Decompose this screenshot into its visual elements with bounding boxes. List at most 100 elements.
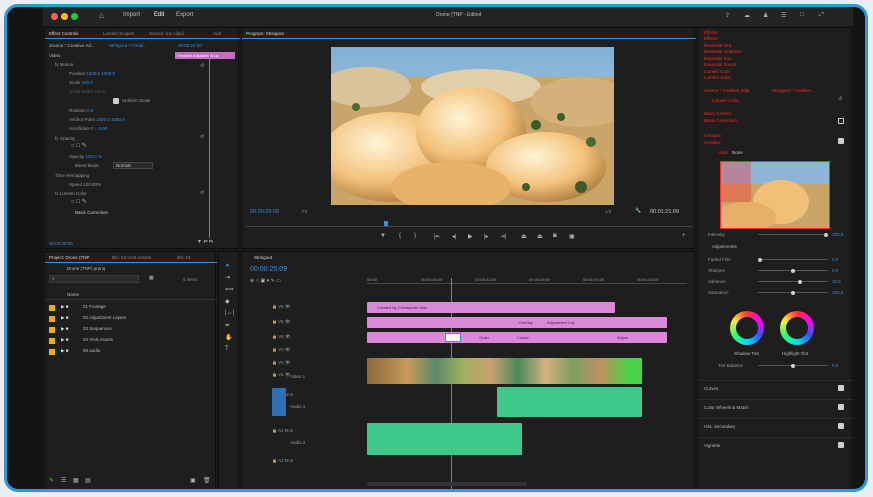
- track-header-v1[interactable]: 🔒 V1 👁: [272, 372, 291, 378]
- cloud-icon[interactable]: ☁: [744, 12, 750, 19]
- look-select[interactable]: None: [732, 150, 743, 155]
- intensity-slider[interactable]: [758, 232, 828, 237]
- reset-motion-icon[interactable]: ↺: [200, 63, 204, 69]
- project-bin-item[interactable]: ▶ ■ 05 audio: [49, 348, 209, 357]
- effect-row-motion[interactable]: fx Motion: [55, 62, 73, 67]
- adjustment-value[interactable]: 0.0: [832, 257, 838, 262]
- slider-knob[interactable]: [758, 257, 762, 262]
- icon-view-icon[interactable]: ▦: [73, 477, 79, 484]
- effect-row-anchor-point[interactable]: Anchor Point 1920.0 1080.0: [69, 117, 125, 122]
- effect-row-opacity[interactable]: Opacity 100.0 %: [69, 154, 102, 159]
- menu-export[interactable]: Export: [176, 12, 193, 18]
- effect-row-opacity-group[interactable]: fx Opacity: [55, 136, 75, 141]
- program-playhead[interactable]: [384, 221, 388, 226]
- uniform-scale-checkbox[interactable]: [113, 98, 119, 104]
- adjustment-value[interactable]: 32.6: [832, 279, 841, 284]
- adjustments-heading[interactable]: Adjustments: [712, 244, 737, 249]
- panel-item[interactable]: Lumetri Color: [704, 75, 731, 80]
- clip-audio-2[interactable]: [367, 423, 522, 455]
- workspace-icon[interactable]: □: [800, 12, 804, 18]
- mask-shapes-icon[interactable]: ○ □ ✎: [71, 142, 87, 149]
- lumetri-section-header[interactable]: Color Wheels & Match: [698, 399, 853, 415]
- project-bin-item[interactable]: ▶ ■ 03 Sequences: [49, 326, 209, 335]
- extract-icon[interactable]: ⏏: [537, 233, 543, 240]
- lumetri-sequence-clip[interactable]: Stringout * Creative...: [772, 88, 815, 93]
- look-preview-thumbnail[interactable]: [720, 161, 830, 229]
- intensity-value[interactable]: 100.0: [832, 232, 843, 237]
- step-forward-icon[interactable]: |▸: [484, 233, 489, 240]
- adjustment-slider[interactable]: [758, 257, 828, 262]
- lumetri-section-header[interactable]: HSL Secondary: [698, 418, 853, 434]
- section-enable-checkbox[interactable]: [838, 404, 844, 410]
- selection-tool-icon[interactable]: ➤: [225, 262, 230, 269]
- track-header-v4[interactable]: 🔒 V4 👁: [272, 334, 291, 340]
- track-header-v2[interactable]: 🔒 V2 👁: [272, 360, 291, 366]
- creative-section[interactable]: Creative: [704, 140, 721, 145]
- lift-icon[interactable]: ⏏: [521, 233, 527, 240]
- effect-row-time-remapping[interactable]: Time Remapping: [55, 173, 89, 178]
- share-icon[interactable]: ⇪: [725, 12, 730, 19]
- shadow-tint-wheel[interactable]: [730, 311, 764, 345]
- name-column-header[interactable]: Name: [67, 292, 79, 297]
- adjustment-slider[interactable]: [758, 290, 828, 295]
- section-enable-checkbox[interactable]: [838, 385, 844, 391]
- close-window-button[interactable]: [51, 13, 58, 20]
- filter-icon[interactable]: ▼ ⇄ ⇆: [197, 239, 213, 245]
- user-icon[interactable]: ♟: [763, 12, 768, 19]
- project-bin-item[interactable]: ▶ ■ 01 Footage: [49, 304, 209, 313]
- timeline-tools-icon[interactable]: ⊕ ∩ ▣ ▾ ✎ ▭: [250, 278, 281, 284]
- tint-balance-slider[interactable]: [758, 363, 828, 368]
- sequence-clip-label[interactable]: Stringout * Creati...: [109, 43, 147, 48]
- eye-icon[interactable]: 👁: [284, 347, 291, 352]
- settings-wrench-icon[interactable]: 🔧: [635, 208, 641, 214]
- export-frame-icon[interactable]: ◙: [553, 233, 557, 239]
- new-bin-icon[interactable]: ▦: [149, 275, 154, 281]
- effect-row-lumetri-color[interactable]: fx Lumetri Color: [55, 191, 87, 196]
- step-back-icon[interactable]: ◂|: [452, 233, 457, 240]
- track-select-tool-icon[interactable]: ⇥: [225, 274, 230, 281]
- track-header-a2[interactable]: 🔒 A2 M S: [272, 428, 293, 433]
- adjustment-layer-clip[interactable]: Creative Adjustment La: [175, 52, 235, 59]
- go-to-out-icon[interactable]: ⇥|: [500, 233, 507, 240]
- lumetri-section-header[interactable]: Curves: [698, 380, 853, 396]
- freeform-view-icon[interactable]: ▤: [85, 477, 91, 484]
- slip-tool-icon[interactable]: |↔|: [225, 310, 234, 316]
- adjustment-value[interactable]: 100.0: [832, 290, 843, 295]
- reset-lumetri-icon[interactable]: ↺: [200, 190, 204, 196]
- messages-icon[interactable]: ☰: [781, 12, 786, 19]
- slider-knob[interactable]: [791, 268, 795, 273]
- pencil-icon[interactable]: ✎: [49, 477, 54, 484]
- tab-effect-controls[interactable]: Effect Controls: [49, 31, 78, 36]
- track-header-a3[interactable]: 🔒 A3 M S: [272, 458, 293, 463]
- basic-correction-label[interactable]: Basic Correction: [75, 210, 108, 215]
- timeline-horizontal-scrollbar[interactable]: [367, 482, 527, 486]
- clip-credit-title[interactable]: Created by Christopher Alan: [367, 302, 615, 313]
- timeline-timecode[interactable]: 00:00:25:09: [250, 266, 287, 273]
- tab-audio[interactable]: Aud: [213, 31, 221, 36]
- list-view-icon[interactable]: ☰: [61, 477, 66, 484]
- adjustment-slider[interactable]: [758, 279, 828, 284]
- add-marker-icon[interactable]: ▼: [380, 233, 386, 239]
- reset-opacity-icon[interactable]: ↺: [200, 134, 204, 140]
- section-enable-checkbox[interactable]: [838, 423, 844, 429]
- project-bin-item[interactable]: ▶ ■ 02 Adjustment Layers: [49, 315, 209, 324]
- menu-import[interactable]: Import: [123, 12, 140, 18]
- type-tool-icon[interactable]: T: [225, 346, 229, 352]
- mark-in-icon[interactable]: {: [399, 233, 401, 239]
- audio-1-target-selector[interactable]: [272, 388, 286, 416]
- source-clip-label[interactable]: Source * Creative Ad...: [49, 43, 95, 48]
- tab-project[interactable]: Project: Drone (TNP: [49, 255, 90, 260]
- tab-bin-vhs[interactable]: Bin: 04 VHS Assets: [112, 255, 151, 260]
- effect-playhead[interactable]: [209, 54, 210, 238]
- razor-tool-icon[interactable]: ◆: [225, 298, 230, 305]
- track-header-v6[interactable]: 🔒 V6 👁: [272, 304, 291, 310]
- ripple-edit-tool-icon[interactable]: ⟺: [225, 286, 234, 293]
- effect-row-scale-width[interactable]: Scale Width 100.0: [69, 89, 106, 94]
- fullscreen-icon[interactable]: ⤢: [819, 12, 824, 19]
- highlight-tint-wheel[interactable]: [780, 311, 814, 345]
- lumetri-source-clip[interactable]: Source * Creative Adju: [704, 88, 749, 93]
- home-icon[interactable]: ⌂: [99, 11, 104, 20]
- track-header-v5[interactable]: 🔒 V5 👁: [272, 319, 291, 325]
- panel-item[interactable]: Essential Sound: [704, 62, 737, 67]
- timeline-ruler[interactable]: 00:00 00:00:16:00 00:00:32:00 00:00:48:00 00…: [367, 270, 687, 284]
